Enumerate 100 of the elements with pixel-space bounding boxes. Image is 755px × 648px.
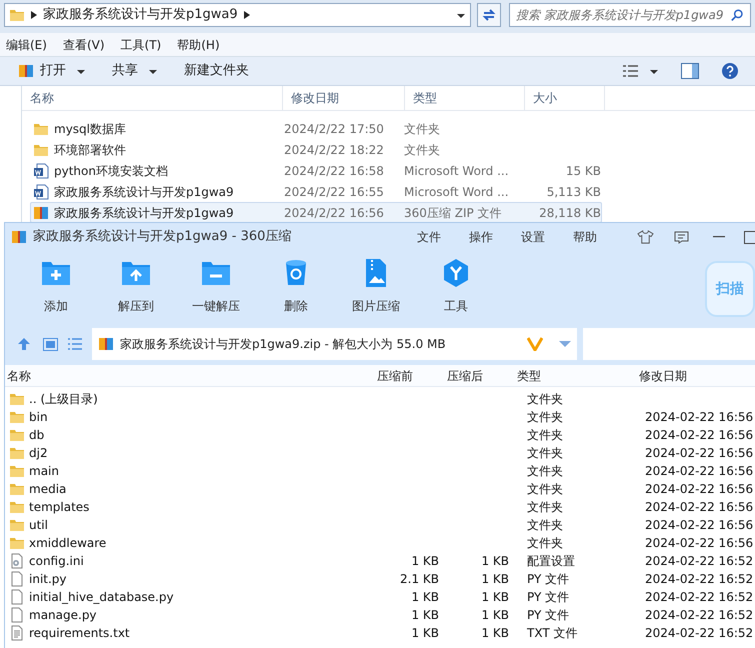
path-field[interactable]: 家政服务系统设计与开发p1gwa9.zip - 解包大小为 55.0 MB [92,328,577,360]
dropdown-icon[interactable] [456,11,466,19]
file-row[interactable]: 环境部署软件 2024/2/22 18:22 文件夹 [30,139,602,160]
toolbar-button[interactable]: 打开 [16,59,88,83]
archive-icon [33,204,49,220]
menu-item[interactable]: 设置 [521,228,545,246]
file-type: 文件夹 [527,536,563,550]
file-size: 28,118 KB [539,206,601,220]
toolbar-button[interactable]: 解压到 [96,257,176,315]
folder-icon [9,535,25,551]
date-modified: 2024-02-22 16:52 [645,572,754,586]
file-row[interactable]: python环境安装文档 2024/2/22 16:58 Microsoft Word ... 15 KB [30,160,602,181]
chevron-icon[interactable] [31,11,37,19]
column-header[interactable]: 类型 [405,86,525,110]
folder-icon [9,445,25,461]
column-header[interactable]: 大小 [525,86,605,110]
maximize-icon[interactable] [744,230,755,244]
toolbar-button[interactable]: 删除 [256,257,336,315]
compressed-after-size: 1 KB [481,590,509,604]
toolbar-button[interactable]: 图片压缩 [336,257,416,315]
column-header[interactable]: 修改日期 [283,86,405,110]
up-arrow-icon[interactable] [17,337,31,351]
document-icon [9,589,25,605]
toolbar-button[interactable]: 一键解压 [176,257,256,315]
column-header[interactable]: 压缩前 [373,366,443,384]
shirt-icon[interactable] [637,230,654,244]
folder-icon [9,463,25,479]
toolbar-button[interactable]: 新建文件夹 [182,59,251,83]
list-view-icon [623,65,639,77]
dropdown-icon [649,67,659,75]
view-button[interactable] [623,65,659,77]
date-modified: 2024/2/22 16:56 [284,204,385,222]
folder-icon [9,7,25,23]
column-header[interactable]: 名称 [22,86,283,110]
column-header[interactable]: 修改日期 [635,366,755,384]
list-view-icon[interactable] [68,338,82,350]
search-field[interactable]: 搜索 家政服务系统设计与开发p1gwa9 [509,3,751,27]
document-icon [9,607,25,623]
date-modified: 2024/2/22 17:50 [284,120,385,138]
file-type: 文件夹 [527,500,563,514]
file-type: 文件夹 [527,518,563,532]
file-name: initial_hive_database.py [29,589,174,606]
refresh-button[interactable] [477,3,501,27]
folder-icon [9,517,25,533]
message-icon[interactable] [674,230,689,244]
column-header[interactable]: 压缩后 [443,366,513,384]
file-type: 文件夹 [527,392,563,406]
archive-icon [11,229,27,245]
file-row[interactable]: 家政服务系统设计与开发p1gwa9 2024/2/22 16:56 360压缩 ZIP 文件 28,118 KB [30,202,602,223]
file-name: init.py [29,571,67,588]
file-type: PY 文件 [527,608,570,622]
date-modified: 2024-02-22 16:52 [645,554,754,568]
window-title: 家政服务系统设计与开发p1gwa9 - 360压缩 [33,228,292,246]
file-row[interactable]: 家政服务系统设计与开发p1gwa9 2024/2/22 16:55 Microsoft Word ... 5,113 KB [30,181,602,202]
file-type: 文件夹 [404,142,441,158]
file-name: manage.py [29,607,97,624]
date-modified: 2024-02-22 16:56 [645,500,754,514]
date-modified: 2024-02-22 16:56 [645,410,754,424]
search-field[interactable] [583,328,755,360]
breadcrumb-item[interactable]: 家政服务系统设计与开发p1gwa9 [43,5,238,25]
date-modified: 2024/2/22 18:22 [284,142,385,158]
file-name: 家政服务系统设计与开发p1gwa9 [54,206,234,220]
compressed-after-size: 1 KB [481,626,509,640]
toolbar-button[interactable]: 共享 [110,59,160,83]
menu-item[interactable]: 操作 [469,228,493,246]
menu-item[interactable]: 文件 [417,228,441,246]
help-icon[interactable] [721,62,739,80]
folder-icon [9,481,25,497]
column-header[interactable]: 类型 [513,366,635,384]
toolbar-button[interactable]: 添加 [16,257,96,315]
compressed-before-size: 1 KB [411,626,439,640]
menu-item[interactable]: 查看(V) [54,36,113,54]
column-header[interactable]: 名称 [5,366,373,384]
menu-item[interactable]: 编辑(E) [0,36,55,54]
minimize-icon[interactable] [713,236,725,238]
chevron-icon[interactable] [244,11,250,19]
file-type: 360压缩 ZIP 文件 [404,204,503,222]
file-row[interactable]: mysql数据库 2024/2/22 17:50 文件夹 [30,118,602,139]
file-name: util [29,517,48,534]
thumbnail-view-icon[interactable] [43,338,58,350]
toolbar-button[interactable]: 工具 [416,257,496,315]
preview-pane-icon[interactable] [681,63,699,79]
file-type: 文件夹 [527,464,563,478]
address-bar[interactable]: 家政服务系统设计与开发p1gwa9 [4,3,471,27]
file-type: 文件夹 [527,482,563,496]
file-name: dj2 [29,445,48,462]
date-modified: 2024-02-22 16:56 [645,482,754,496]
menu-item[interactable]: 帮助(H) [169,36,228,54]
folder-icon [9,391,25,407]
compressed-before-size: 1 KB [411,590,439,604]
date-modified: 2024-02-22 16:52 [645,626,754,640]
compressed-after-size: 1 KB [481,554,509,568]
file-size: 15 KB [566,164,601,178]
dropdown-icon [559,340,571,348]
menu-item[interactable]: 工具(T) [112,36,170,54]
menu-item[interactable]: 帮助 [573,228,597,246]
file-name: xmiddleware [29,535,106,552]
file-type: 文件夹 [404,120,441,138]
document-icon [9,571,25,587]
date-modified: 2024-02-22 16:56 [645,446,754,460]
